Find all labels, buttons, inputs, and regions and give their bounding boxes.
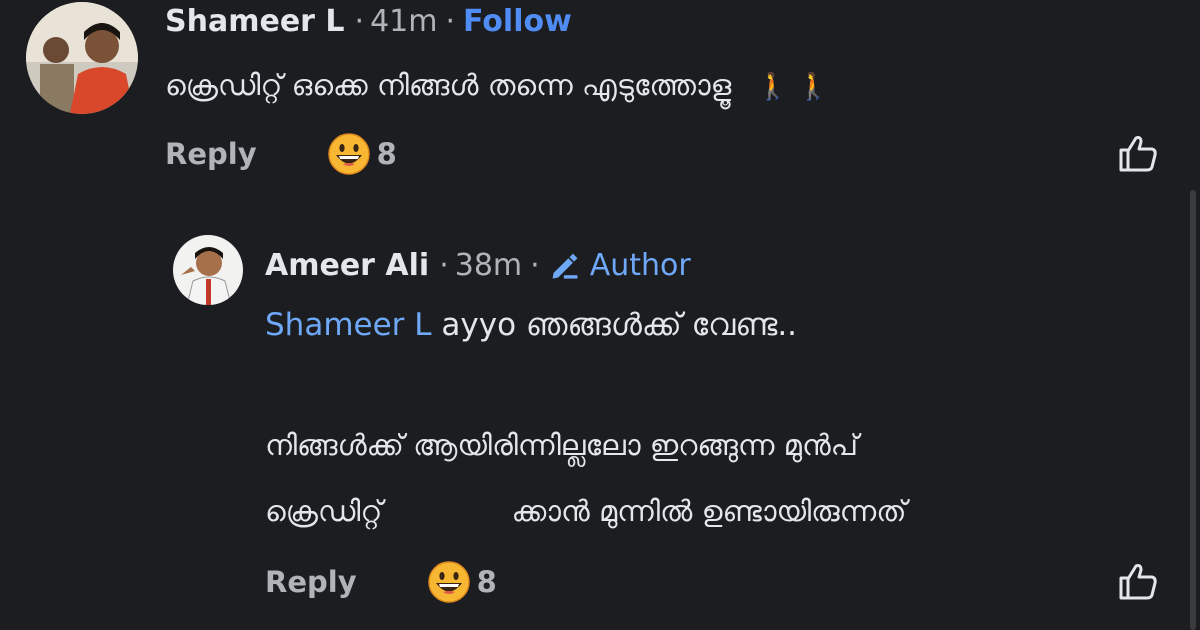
reply-line-2: നിങ്ങൾക്ക് ആയിരിന്നില്ലലോ ഇറങ്ങുന്ന മുൻപ… bbox=[265, 428, 859, 462]
separator-dot: · bbox=[445, 3, 456, 39]
comment-timestamp[interactable]: 41m bbox=[370, 4, 437, 39]
reply-author-name[interactable]: Ameer Ali bbox=[265, 248, 429, 283]
reply-header: Ameer Ali · 38m · Author bbox=[265, 244, 691, 286]
walking-person-emoji: 🚶 🚶 bbox=[756, 72, 830, 102]
comment-header: Shameer L · 41m · Follow bbox=[165, 0, 572, 42]
reply-line-3: ക്രെഡിറ്റ് ക്കാൻ മുന്നിൽ ഉണ്ടായിരുന്നത് bbox=[265, 486, 907, 536]
separator-dot: · bbox=[439, 247, 449, 283]
mention-link[interactable]: Shameer L bbox=[265, 307, 432, 343]
comment-actions: Reply 8 bbox=[165, 130, 397, 178]
grinning-face-icon bbox=[427, 561, 470, 603]
reply-text-line-3-end: ക്കാൻ മുന്നിൽ ഉണ്ടായിരുന്നത് bbox=[511, 494, 907, 528]
reaction-summary[interactable]: 8 bbox=[327, 132, 397, 176]
reply-timestamp[interactable]: 38m bbox=[455, 248, 522, 283]
reply-button[interactable]: Reply bbox=[165, 137, 257, 171]
thumbs-up-icon[interactable] bbox=[1115, 130, 1161, 176]
reaction-summary[interactable]: 8 bbox=[427, 560, 497, 604]
reply-actions: Reply 8 bbox=[265, 558, 497, 606]
grinning-face-icon bbox=[327, 133, 370, 175]
separator-dot: · bbox=[354, 3, 365, 39]
author-badge: Author bbox=[548, 248, 691, 283]
profile-photo bbox=[26, 2, 138, 114]
reply-text-line-3-start: ക്രെഡിറ്റ് bbox=[265, 494, 383, 528]
reply-text-line-1: ayyo ഞങ്ങൾക്ക് വേണ്ട.. bbox=[431, 307, 798, 343]
reaction-count: 8 bbox=[376, 137, 397, 171]
comment-text: ക്രെഡിറ്റ് ഒക്കെ നിങ്ങൾ തന്നെ എടുത്തോളൂ … bbox=[165, 60, 830, 112]
avatar-shameer[interactable] bbox=[26, 2, 138, 114]
reply-button[interactable]: Reply bbox=[265, 565, 357, 599]
author-badge-label: Author bbox=[589, 247, 691, 283]
avatar-ameer[interactable] bbox=[173, 235, 243, 305]
follow-button[interactable]: Follow bbox=[463, 4, 572, 39]
separator-dot: · bbox=[530, 247, 540, 283]
profile-photo bbox=[173, 235, 243, 305]
pencil-icon bbox=[552, 253, 578, 279]
scrollbar[interactable] bbox=[1190, 190, 1196, 630]
thumbs-up-icon[interactable] bbox=[1115, 558, 1161, 604]
comment-author-name[interactable]: Shameer L bbox=[165, 4, 345, 39]
comment-body: ക്രെഡിറ്റ് ഒക്കെ നിങ്ങൾ തന്നെ എടുത്തോളൂ bbox=[165, 68, 732, 102]
reaction-count: 8 bbox=[476, 565, 497, 599]
reply-line-1: Shameer L ayyo ഞങ്ങൾക്ക് വേണ്ട.. bbox=[265, 300, 797, 350]
